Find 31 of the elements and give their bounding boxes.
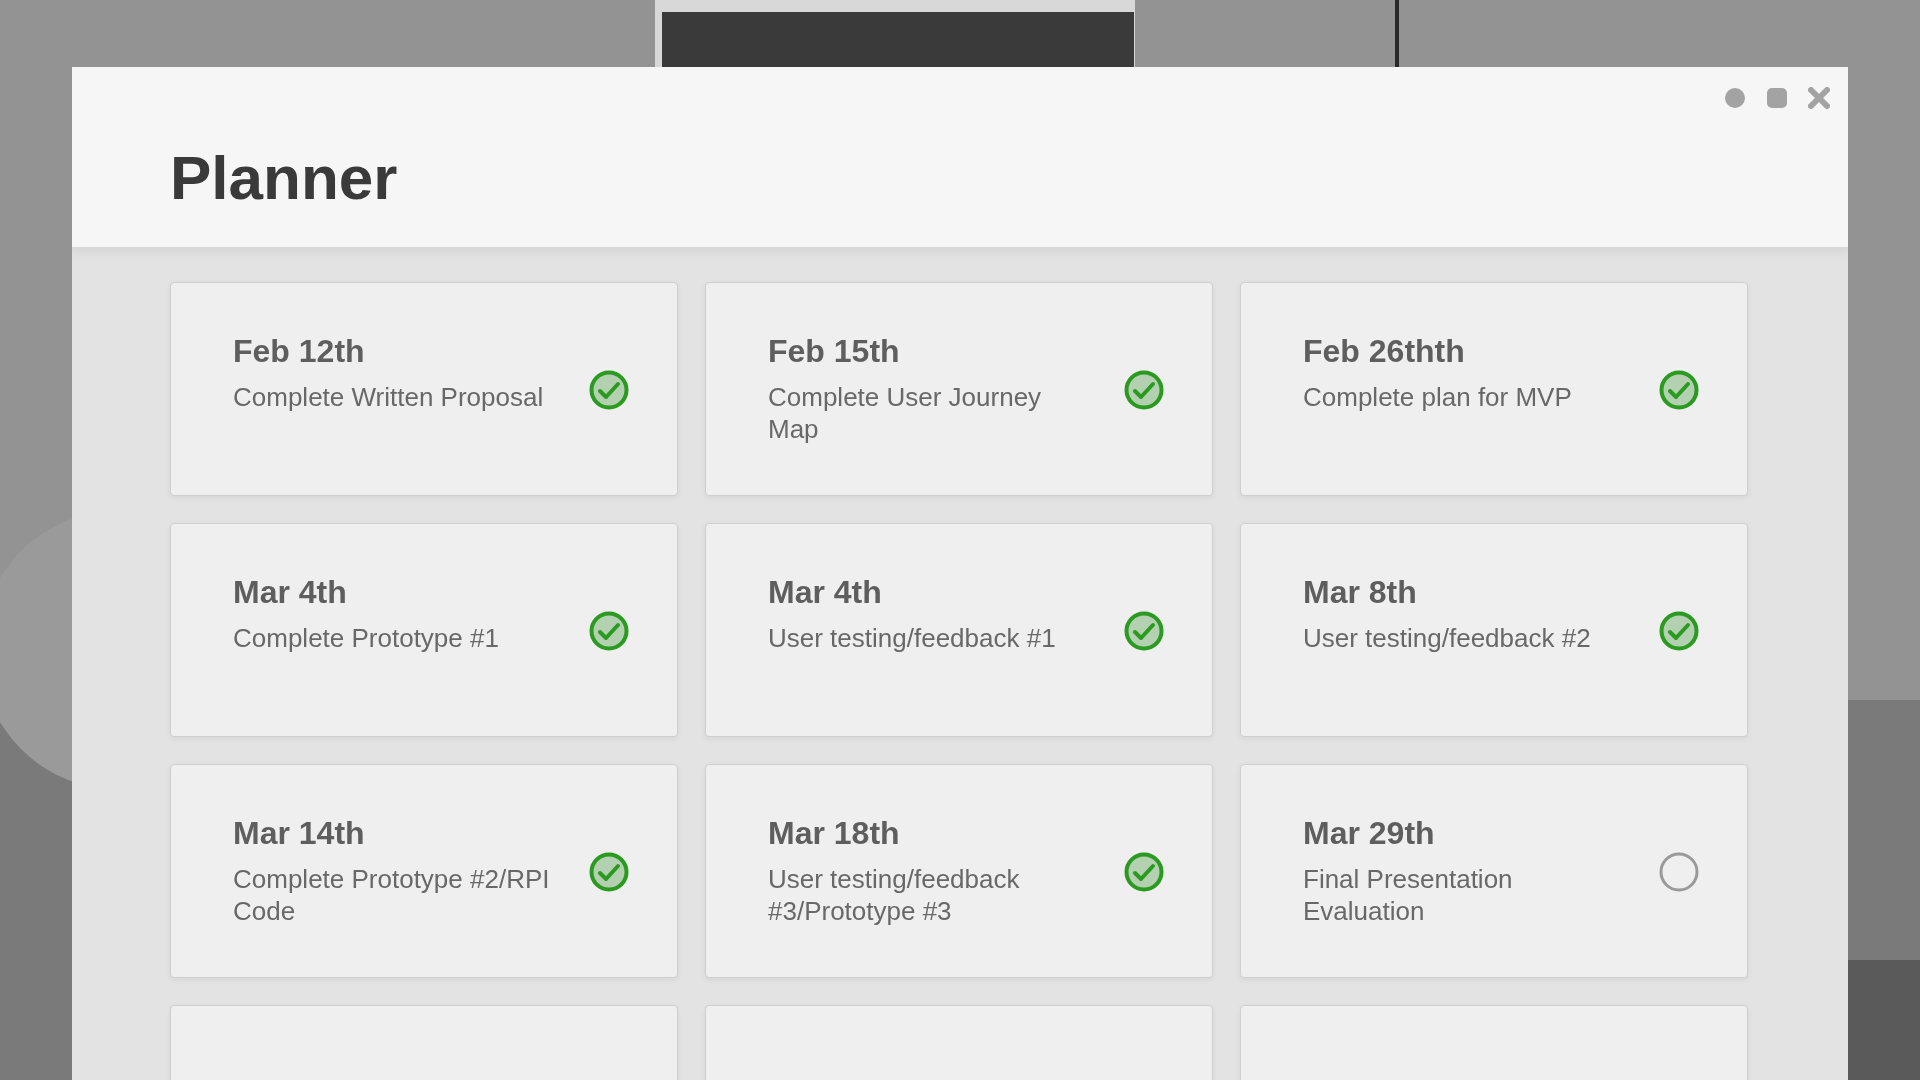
- window-title: Planner: [170, 147, 398, 209]
- check-circle-icon[interactable]: [1124, 370, 1164, 410]
- task-description: Complete Prototype #1: [233, 622, 500, 654]
- task-date: Feb 26thth: [1303, 335, 1465, 367]
- task-date: Mar 14th: [233, 817, 365, 849]
- task-description: Complete Written Proposal: [233, 381, 545, 413]
- task-date: Mar 18th: [768, 817, 900, 849]
- task-description: User testing/feedback #3/Prototype #3: [768, 863, 1021, 927]
- task-description: User testing/feedback #2: [1303, 622, 1592, 654]
- minimize-icon[interactable]: [1724, 87, 1746, 109]
- task-description: User testing/feedback #1: [768, 622, 1057, 654]
- task-date: Mar 4th: [233, 576, 347, 608]
- check-circle-icon[interactable]: [1659, 370, 1699, 410]
- check-circle-icon[interactable]: [1124, 611, 1164, 651]
- close-icon[interactable]: [1808, 87, 1830, 109]
- task-date: Feb 15th: [768, 335, 900, 367]
- task-description: Complete Prototype #2/RPI Code: [233, 863, 551, 927]
- check-circle-icon[interactable]: [1124, 852, 1164, 892]
- task-date: Mar 29th: [1303, 817, 1435, 849]
- task-description: Complete plan for MVP: [1303, 381, 1573, 413]
- task-date: Mar 8th: [1303, 576, 1417, 608]
- check-circle-icon[interactable]: [589, 370, 629, 410]
- maximize-icon[interactable]: [1766, 87, 1788, 109]
- check-circle-icon[interactable]: [589, 852, 629, 892]
- task-description: Final Presentation Evaluation: [1303, 863, 1514, 927]
- check-circle-icon[interactable]: [589, 611, 629, 651]
- check-circle-icon[interactable]: [1659, 611, 1699, 651]
- task-date: Feb 12th: [233, 335, 365, 367]
- empty-circle-icon[interactable]: [1659, 852, 1699, 892]
- task-date: Mar 4th: [768, 576, 882, 608]
- task-description: Complete User Journey Map: [768, 381, 1043, 445]
